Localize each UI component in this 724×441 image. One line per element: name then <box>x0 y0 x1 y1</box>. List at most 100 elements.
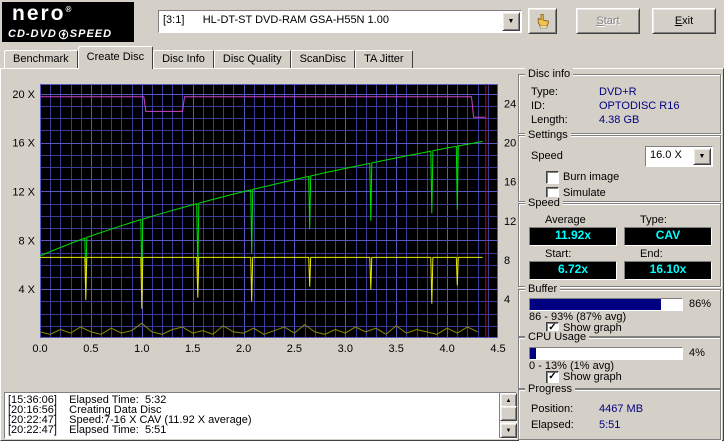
svg-text:8: 8 <box>504 255 510 267</box>
disc-type-value: DVD+R <box>599 86 637 98</box>
panel-disc-info-title: Disc info <box>525 68 573 80</box>
panel-speed-title: Speed <box>525 197 563 209</box>
chevron-up-icon: ▲ <box>506 398 512 404</box>
tab-benchmark[interactable]: Benchmark <box>4 50 78 68</box>
svg-text:2.5: 2.5 <box>287 343 302 355</box>
buffer-progress-bar <box>529 298 683 311</box>
tab-bar: Benchmark Create Disc Disc Info Disc Qua… <box>4 46 413 68</box>
disc-length-label: Length: <box>531 114 568 126</box>
checkbox-burn-image[interactable] <box>546 171 559 184</box>
svg-text:24: 24 <box>504 99 516 111</box>
speed-setting-label: Speed <box>531 150 563 162</box>
panel-speed: Speed Average Type: 11.92x CAV Start: En… <box>518 203 721 287</box>
hand-icon <box>535 13 551 29</box>
panel-cpu-title: CPU Usage <box>525 331 589 343</box>
start-button-label: Start <box>596 15 619 27</box>
log-entry: [20:22:47] Elapsed Time: 5:51 <box>8 425 498 435</box>
svg-text:4 X: 4 X <box>18 284 35 296</box>
drive-select-value: [3:1] HL-DT-ST DVD-RAM GSA-H55N 1.00 <box>163 11 503 30</box>
cpu-progress-fill <box>530 348 536 359</box>
svg-text:20 X: 20 X <box>12 89 35 101</box>
panel-settings: Settings Speed 16.0 X ▼ Burn image Simul… <box>518 135 721 202</box>
start-button[interactable]: Start <box>576 8 640 34</box>
buffer-percent: 86% <box>689 298 711 310</box>
cpu-progress-bar <box>529 347 683 360</box>
tab-ta-jitter[interactable]: TA Jitter <box>355 50 413 68</box>
product-name: CD-DVD SPEED <box>8 28 112 40</box>
disc-type-label: Type: <box>531 86 558 98</box>
chevron-down-icon: ▼ <box>508 18 515 25</box>
speed-select-dropdown-button[interactable]: ▼ <box>693 148 711 165</box>
end-speed-value: 16.10x <box>624 261 712 280</box>
product-name-left: CD-DVD <box>8 28 57 40</box>
svg-text:4.5: 4.5 <box>490 343 505 355</box>
panel-cpu-usage: CPU Usage 4% 0 - 13% (1% avg) ✓ Show gra… <box>518 337 721 389</box>
svg-text:12 X: 12 X <box>12 187 35 199</box>
nero-logo: nero® CD-DVD SPEED <box>2 2 134 42</box>
log-scrollbar[interactable]: ▲ ▼ <box>499 393 516 438</box>
tab-create-disc[interactable]: Create Disc <box>78 46 153 69</box>
drive-select[interactable]: [3:1] HL-DT-ST DVD-RAM GSA-H55N 1.00 ▼ <box>158 10 522 33</box>
buffer-progress-fill <box>530 299 661 310</box>
product-name-right: SPEED <box>70 28 112 40</box>
elapsed-value: 5:51 <box>599 419 620 431</box>
checkmark-icon: ✓ <box>547 372 558 382</box>
position-value: 4467 MB <box>599 403 643 415</box>
position-label: Position: <box>531 403 573 415</box>
panel-settings-title: Settings <box>525 129 571 141</box>
scrollbar-down-button[interactable]: ▼ <box>500 423 517 438</box>
lightning-icon <box>58 29 69 40</box>
cpu-percent: 4% <box>689 347 705 359</box>
simulate-label: Simulate <box>563 187 606 199</box>
speed-type-value: CAV <box>624 227 712 246</box>
speed-type-label: Type: <box>640 214 667 226</box>
svg-text:16 X: 16 X <box>12 138 35 150</box>
average-speed-label: Average <box>545 214 586 226</box>
panel-progress-title: Progress <box>525 383 575 395</box>
elapsed-label: Elapsed: <box>531 419 574 431</box>
exit-button[interactable]: Exit <box>652 8 716 34</box>
disc-length-value: 4.38 GB <box>599 114 639 126</box>
end-speed-text: 16.10x <box>650 262 687 276</box>
svg-text:20: 20 <box>504 138 516 150</box>
nero-cd-dvd-speed-window: nero® CD-DVD SPEED [3:1] HL-DT-ST DVD-RA… <box>0 0 724 441</box>
panel-disc-info: Disc info Type: DVD+R ID: OPTODISC R16 L… <box>518 74 721 134</box>
burn-image-label: Burn image <box>563 171 619 183</box>
transfer-rate-chart: 20 X16 X12 X8 X4 X24201612840.00.51.01.5… <box>0 72 518 364</box>
speed-select-value: 16.0 X <box>650 147 694 164</box>
speed-select[interactable]: 16.0 X ▼ <box>645 146 713 167</box>
chevron-down-icon: ▼ <box>506 428 512 434</box>
speed-type-text: CAV <box>656 228 680 242</box>
nero-brand-text: nero® <box>12 2 71 26</box>
tab-disc-quality[interactable]: Disc Quality <box>214 50 291 68</box>
scrollbar-thumb[interactable] <box>500 406 517 421</box>
event-log[interactable]: [15:36:06] Elapsed Time: 5:32 [20:16:56]… <box>4 392 517 439</box>
log-lines: [15:36:06] Elapsed Time: 5:32 [20:16:56]… <box>8 395 498 437</box>
start-speed-value: 6.72x <box>529 261 617 280</box>
tab-disc-info[interactable]: Disc Info <box>153 50 214 68</box>
drive-select-dropdown-button[interactable]: ▼ <box>502 12 520 31</box>
svg-text:4: 4 <box>504 294 510 306</box>
disc-id-label: ID: <box>531 100 545 112</box>
start-speed-label: Start: <box>545 248 571 260</box>
svg-text:2.0: 2.0 <box>236 343 251 355</box>
hand-pointer-button[interactable] <box>528 8 557 34</box>
svg-text:4.0: 4.0 <box>439 343 454 355</box>
average-speed-text: 11.92x <box>555 228 591 242</box>
exit-button-label: Exit <box>675 15 693 27</box>
svg-text:3.0: 3.0 <box>338 343 353 355</box>
svg-text:0.0: 0.0 <box>32 343 47 355</box>
chevron-down-icon: ▼ <box>699 153 706 160</box>
brand-word: nero <box>12 2 66 25</box>
svg-text:8 X: 8 X <box>18 235 35 247</box>
panel-buffer: Buffer 86% 86 - 93% (87% avg) ✓ Show gra… <box>518 289 721 337</box>
panel-buffer-title: Buffer <box>525 283 560 295</box>
tab-scandisc[interactable]: ScanDisc <box>291 50 355 68</box>
svg-text:12: 12 <box>504 216 516 228</box>
svg-text:1.5: 1.5 <box>185 343 200 355</box>
panel-progress: Progress Position: 4467 MB Elapsed: 5:51 <box>518 389 721 440</box>
svg-text:16: 16 <box>504 177 516 189</box>
disc-id-value: OPTODISC R16 <box>599 100 680 112</box>
svg-text:1.0: 1.0 <box>134 343 149 355</box>
svg-text:3.5: 3.5 <box>389 343 404 355</box>
